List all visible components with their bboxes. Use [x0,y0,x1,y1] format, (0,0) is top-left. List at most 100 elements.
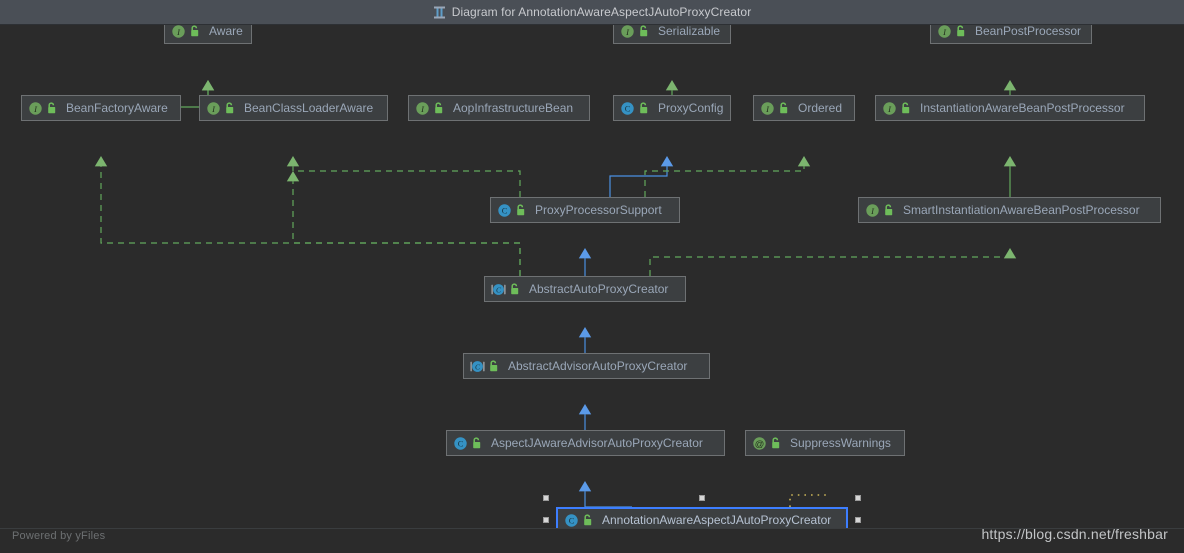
unlocked-padlock-icon [582,514,593,526]
unlocked-padlock-icon [509,283,520,295]
unlocked-padlock-icon [883,204,894,216]
unlocked-padlock-icon [900,102,911,114]
edge-arrowhead [286,156,300,167]
interface-icon: I [865,203,880,218]
svg-text:C: C [569,516,575,525]
class-node-label: BeanPostProcessor [975,25,1082,38]
class-node-abstractautopc[interactable]: C AbstractAutoProxyCreator [484,276,686,302]
class-node-label: AnnotationAwareAspectJAutoProxyCreator [602,513,832,527]
diagram-icon [433,6,446,19]
edge-arrowhead [578,327,592,338]
edge-arrowhead [286,171,300,182]
class-node-label: Aware [209,25,243,38]
class-node-beanpostproc[interactable]: I BeanPostProcessor [930,25,1092,44]
svg-text:@: @ [755,437,765,448]
class-node-label: Ordered [798,101,843,115]
interface-icon: I [620,25,635,39]
unlocked-padlock-icon [46,102,57,114]
svg-text:C: C [458,439,464,448]
window-title-bar: Diagram for AnnotationAwareAspectJAutoPr… [0,0,1184,25]
class-icon: C [620,101,635,116]
class-node-abstractadvisor[interactable]: C AbstractAdvisorAutoProxyCreator [463,353,710,379]
class-node-label: BeanFactoryAware [66,101,168,115]
abstract-class-icon: C [470,359,485,374]
selection-handle[interactable] [699,495,705,501]
edge-arrowhead [201,80,215,91]
svg-text:C: C [625,104,631,113]
class-node-proxyprocsupp[interactable]: C ProxyProcessorSupport [490,197,680,223]
yfiles-watermark: Powered by yFiles [12,530,106,542]
unlocked-padlock-icon [224,102,235,114]
class-node-annotationaware[interactable]: C AnnotationAwareAspectJAutoProxyCreator [556,507,848,528]
edge-arrowhead [797,156,811,167]
edge-arrowhead [665,80,679,91]
selection-handle[interactable] [543,495,549,501]
class-icon: C [453,436,468,451]
edge[interactable] [644,166,805,197]
edge[interactable] [292,181,521,276]
class-node-instantiation[interactable]: I InstantiationAwareBeanPostProcessor [875,95,1145,121]
class-node-label: SmartInstantiationAwareBeanPostProcessor [903,203,1140,217]
interface-icon: I [760,101,775,116]
class-node-label: AbstractAutoProxyCreator [529,282,669,296]
interface-icon: I [882,101,897,116]
edge[interactable] [292,166,521,197]
class-node-aspectjaware[interactable]: C AspectJAwareAdvisorAutoProxyCreator [446,430,725,456]
edge[interactable] [584,491,632,508]
class-icon: C [497,203,512,218]
selection-handle[interactable] [855,495,861,501]
class-node-label: ProxyProcessorSupport [535,203,662,217]
edge-arrowhead [1003,80,1017,91]
edge-arrowhead [578,404,592,415]
unlocked-padlock-icon [638,102,649,114]
edge-arrowhead [1003,248,1017,259]
blog-url-watermark: https://blog.csdn.net/freshbar [981,526,1168,542]
unlocked-padlock-icon [515,204,526,216]
annotation-icon: @ [752,436,767,451]
unlocked-padlock-icon [770,437,781,449]
interface-icon: I [415,101,430,116]
class-node-aware[interactable]: I Aware [164,25,252,44]
class-node-serializable[interactable]: I Serializable [613,25,731,44]
interface-icon: I [937,25,952,39]
class-node-label: BeanClassLoaderAware [244,101,374,115]
class-node-proxyconfig[interactable]: C ProxyConfig [613,95,731,121]
edge-arrowhead [578,481,592,492]
edge-arrowhead [1003,156,1017,167]
interface-icon: I [28,101,43,116]
class-node-label: ProxyConfig [658,101,724,115]
abstract-class-icon: C [491,282,506,297]
class-node-label: AspectJAwareAdvisorAutoProxyCreator [491,436,703,450]
class-node-suppresswarn[interactable]: @ SuppressWarnings [745,430,905,456]
class-node-label: InstantiationAwareBeanPostProcessor [920,101,1125,115]
svg-text:C: C [502,206,508,215]
unlocked-padlock-icon [955,25,966,37]
class-node-ordered[interactable]: I Ordered [753,95,855,121]
edge[interactable] [649,256,1011,276]
unlocked-padlock-icon [189,25,200,37]
class-node-label: Serializable [658,25,721,38]
edge[interactable] [100,166,521,276]
unlocked-padlock-icon [778,102,789,114]
edge-arrowhead [578,248,592,259]
edge-arrowhead [660,156,674,167]
class-node-beanfactoryaware[interactable]: I BeanFactoryAware [21,95,181,121]
selection-handle[interactable] [543,517,549,523]
class-icon: C [564,513,579,528]
class-node-smartinstant[interactable]: I SmartInstantiationAwareBeanPostProcesso… [858,197,1161,223]
edge-arrowhead [94,156,108,167]
edge[interactable] [789,491,826,507]
class-node-label: AbstractAdvisorAutoProxyCreator [508,359,688,373]
class-node-aopinfra[interactable]: I AopInfrastructureBean [408,95,590,121]
edge[interactable] [609,166,668,197]
unlocked-padlock-icon [638,25,649,37]
unlocked-padlock-icon [471,437,482,449]
interface-icon: I [171,25,186,39]
class-node-label: AopInfrastructureBean [453,101,574,115]
diagram-canvas[interactable]: I Aware I Serializable I BeanPostProcessor I Be… [0,25,1184,528]
selection-handle[interactable] [855,517,861,523]
class-node-label: SuppressWarnings [790,436,891,450]
interface-icon: I [206,101,221,116]
class-node-beanclassloader[interactable]: I BeanClassLoaderAware [199,95,388,121]
window-title: Diagram for AnnotationAwareAspectJAutoPr… [451,5,752,19]
